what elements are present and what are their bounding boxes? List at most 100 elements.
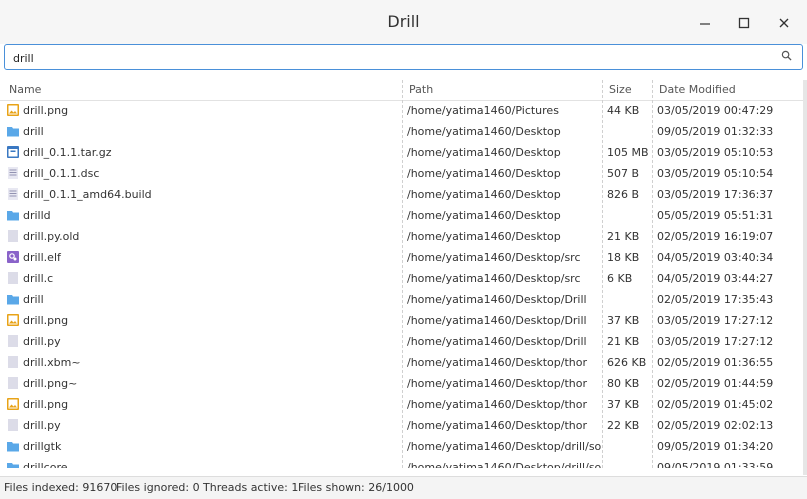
table-row[interactable]: drill.xbm~ /home/yatima1460/Desktop/thor 6… [0,352,803,373]
close-icon [779,18,789,28]
file-size: 44 KB [607,104,640,117]
file-name: drill [23,125,44,138]
file-date-modified: 04/05/2019 03:44:27 [657,272,774,285]
table-row[interactable]: drill/home/yatima1460/Desktop/Drill 02/05… [0,289,803,310]
maximize-button[interactable] [731,10,757,36]
file-date-modified: 03/05/2019 00:47:29 [657,104,774,117]
file-name: drill_0.1.1_amd64.build [23,188,152,201]
files-indexed-status: Files indexed: 91670 [4,481,118,494]
file-name: drillcore [23,461,68,468]
folder-icon [6,460,20,468]
file-name: drill.py [23,335,61,348]
file-date-modified: 02/05/2019 17:35:43 [657,293,774,306]
table-row[interactable]: drill.py/home/yatima1460/Desktop/Drill 21… [0,331,803,352]
table-row[interactable]: drill/home/yatima1460/Desktop 09/05/2019 … [0,121,803,142]
generic-file-icon [6,271,20,285]
vertical-scrollbar[interactable] [803,80,807,475]
file-size: 37 KB [607,314,640,327]
column-header-name[interactable]: Name [9,83,41,96]
image-file-icon [6,313,20,327]
file-path: /home/yatima1460/Desktop/thor [407,356,587,369]
file-path: /home/yatima1460/Desktop [407,188,561,201]
file-date-modified: 02/05/2019 01:45:02 [657,398,774,411]
file-path: /home/yatima1460/Desktop/drill/sou [407,461,602,468]
column-header-path[interactable]: Path [409,83,433,96]
file-date-modified: 03/05/2019 17:36:37 [657,188,774,201]
file-size: 826 B [607,188,640,201]
file-path: /home/yatima1460/Desktop [407,125,561,138]
generic-file-icon [6,355,20,369]
search-input[interactable] [11,48,775,68]
file-date-modified: 09/05/2019 01:32:33 [657,125,774,138]
file-date-modified: 09/05/2019 01:33:59 [657,461,774,468]
folder-icon [6,439,20,453]
table-row[interactable]: drill.py/home/yatima1460/Desktop/thor 22 … [0,415,803,436]
file-date-modified: 02/05/2019 01:36:55 [657,356,774,369]
table-row[interactable]: drill.png/home/yatima1460/Desktop/Drill 3… [0,310,803,331]
generic-file-icon [6,229,20,243]
file-name: drill.elf [23,251,61,264]
file-name: drill.png [23,104,69,117]
table-row[interactable]: drillgtk/home/yatima1460/Desktop/drill/s… [0,436,803,457]
file-name: drill.png [23,314,69,327]
table-row[interactable]: drill_0.1.1.tar.gz/home/yatima1460/Deskt… [0,142,803,163]
file-date-modified: 03/05/2019 17:27:12 [657,335,774,348]
file-date-modified: 02/05/2019 02:02:13 [657,419,774,432]
maximize-icon [738,17,750,29]
image-file-icon [6,103,20,117]
file-path: /home/yatima1460/Desktop/Drill [407,335,587,348]
file-date-modified: 03/05/2019 17:27:12 [657,314,774,327]
minimize-icon [700,23,710,25]
status-bar: Files indexed: 91670 Files ignored: 0 Th… [0,476,807,499]
close-button[interactable] [771,10,797,36]
file-size: 507 B [607,167,640,180]
file-size: 105 MB [607,146,649,159]
generic-file-icon [6,334,20,348]
file-size: 6 KB [607,272,633,285]
threads-active-status: Threads active: 1 [203,481,299,494]
folder-icon [6,208,20,222]
generic-file-icon [6,418,20,432]
minimize-button[interactable] [692,10,718,36]
file-name: drill.xbm~ [23,356,81,369]
table-row[interactable]: drill.png~ /home/yatima1460/Desktop/thor 8… [0,373,803,394]
archive-icon [6,145,20,159]
search-box [4,44,803,70]
window-title: Drill [387,12,420,31]
table-row[interactable]: drill_0.1.1_amd64.build/home/yatima1460/… [0,184,803,205]
title-bar: Drill [0,0,807,44]
table-row[interactable]: drill.c/home/yatima1460/Desktop/src 6 KB 0… [0,268,803,289]
file-size: 18 KB [607,251,640,264]
search-icon[interactable] [781,50,792,61]
folder-icon [6,124,20,138]
file-path: /home/yatima1460/Desktop/drill/sou [407,440,602,453]
table-row[interactable]: drilld/home/yatima1460/Desktop 05/05/2019… [0,205,803,226]
file-path: /home/yatima1460/Desktop [407,167,561,180]
table-row[interactable]: drill.elf/home/yatima1460/Desktop/src 18 … [0,247,803,268]
file-date-modified: 05/05/2019 05:51:31 [657,209,774,222]
file-name: drill.py.old [23,230,80,243]
file-path: /home/yatima1460/Desktop/thor [407,419,587,432]
column-header-size[interactable]: Size [609,83,632,96]
file-path: /home/yatima1460/Desktop/Drill [407,293,587,306]
file-name: drill.py [23,419,61,432]
file-name: drilld [23,209,51,222]
file-path: /home/yatima1460/Desktop [407,146,561,159]
table-row[interactable]: drill_0.1.1.dsc/home/yatima1460/Desktop 5… [0,163,803,184]
file-path: /home/yatima1460/Desktop/src [407,251,581,264]
table-row[interactable]: drill.py.old/home/yatima1460/Desktop 21 K… [0,226,803,247]
file-size: 626 KB [607,356,647,369]
file-name: drill_0.1.1.tar.gz [23,146,112,159]
table-row[interactable]: drill.png/home/yatima1460/Pictures 44 KB 0… [0,100,803,121]
table-row[interactable]: drillcore/home/yatima1460/Desktop/drill/… [0,457,803,468]
file-size: 37 KB [607,398,640,411]
file-size: 80 KB [607,377,640,390]
drill-window: Drill Name Path Size Date Modified drill… [0,0,807,499]
file-date-modified: 03/05/2019 05:10:53 [657,146,774,159]
file-name: drill.c [23,272,54,285]
file-date-modified: 02/05/2019 01:44:59 [657,377,774,390]
file-path: /home/yatima1460/Desktop/src [407,272,581,285]
file-date-modified: 09/05/2019 01:34:20 [657,440,774,453]
table-row[interactable]: drill.png/home/yatima1460/Desktop/thor 37… [0,394,803,415]
column-header-date-modified[interactable]: Date Modified [659,83,736,96]
